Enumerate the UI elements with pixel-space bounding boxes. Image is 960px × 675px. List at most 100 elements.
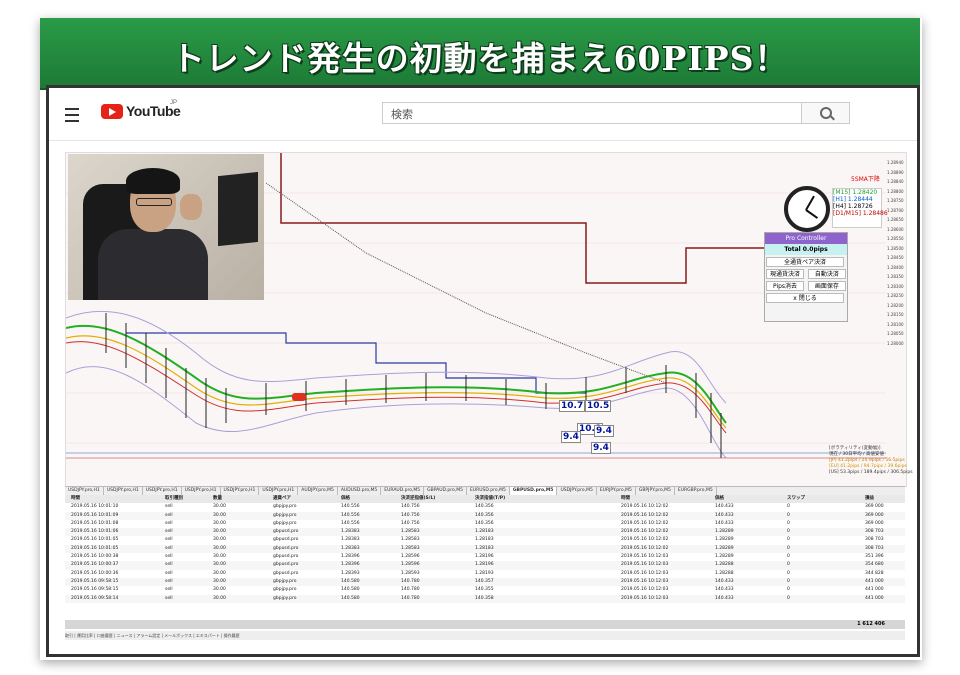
chart-tab[interactable]: USDJPY.pro,H1 (104, 487, 143, 495)
table-row[interactable]: 2019.05.16 09:58:15 sell 30.00 gbpjpy.pro 14… (65, 586, 905, 594)
close-all-button[interactable]: 全通貨ペア決済 (766, 257, 844, 267)
axis-tick: 1.28100 (887, 321, 904, 327)
table-cell: 1.28383 (341, 529, 360, 535)
table-row[interactable]: 2019.05.16 10:00:36 sell 30.00 gbpusd.pro 1.… (65, 570, 905, 578)
pips-label: 10.5 (585, 400, 612, 412)
axis-tick: 1.28300 (887, 283, 904, 289)
axis-tick: 1.28350 (887, 274, 904, 279)
save-screen-button[interactable]: 画面保存 (807, 281, 846, 291)
chart-tab[interactable]: USDJPY.pro,M5 (557, 487, 597, 495)
table-cell: 取引種別 (165, 496, 183, 501)
hamburger-menu-icon[interactable] (65, 108, 79, 122)
table-cell: 時間 (621, 496, 630, 501)
ma-panel-title: 5SMA下降 (851, 176, 880, 183)
table-cell: sell (165, 562, 173, 568)
banner-title: トレンド発生の初動を捕まえ60PIPS！ (171, 39, 789, 78)
table-cell: sell (165, 512, 173, 518)
table-cell: 30.00 (213, 520, 226, 526)
auto-close-button[interactable]: 自動決済 (807, 269, 846, 279)
table-cell: 2019.05.16 10:01:05 (71, 537, 119, 543)
table-row[interactable]: 2019.05.16 10:00:38 sell 30.00 gbpusd.pro 1.… (65, 553, 905, 561)
table-cell: 0 (787, 554, 790, 560)
table-cell: gbpusd.pro (273, 562, 299, 568)
blue-line (126, 332, 586, 394)
table-cell: 1.28396 (341, 562, 360, 568)
ma-row: [D1/M15] 1.28486 (833, 210, 888, 217)
chart-tab[interactable]: GBPUSD.pro,M5 (509, 487, 558, 495)
table-cell: 2019.05.16 10:01:08 (71, 520, 119, 526)
clear-pips-button[interactable]: Pips消去 (766, 281, 804, 291)
table-cell: 308 703 (865, 537, 884, 543)
table-cell: 価格 (715, 496, 724, 501)
table-row[interactable]: 2019.05.16 09:58:15 sell 30.00 gbpjpy.pro 14… (65, 577, 905, 587)
table-cell: 0 (787, 520, 790, 526)
table-cell: 1.28193 (475, 570, 494, 576)
table-cell: 2019.05.16 10:12:02 (621, 504, 669, 510)
table-cell: gbpjpy.pro (273, 512, 297, 518)
chart-tab[interactable]: AUDJPY.pro,M5 (298, 487, 338, 495)
cam-person-body (98, 229, 208, 300)
table-cell: 140.556 (341, 504, 360, 510)
table-cell: 2019.05.16 09:58:15 (71, 578, 119, 584)
table-row[interactable]: 2019.05.16 10:01:06 sell 30.00 gbpusd.pro 1.… (65, 528, 905, 537)
chart-tab[interactable]: USDJPY.pro,H1 (221, 487, 260, 495)
pips-label: 9.4 (594, 425, 614, 437)
table-row[interactable]: 2019.05.16 09:58:14 sell 30.00 gbpjpy.pro 14… (65, 594, 905, 603)
chart-tab[interactable]: AUDUSD.pro,M5 (338, 487, 382, 495)
chart-tab[interactable]: USDJPY.pro,H1 (259, 487, 299, 495)
close-panel-button[interactable]: x 閉じる (766, 293, 844, 303)
search-button[interactable] (802, 102, 850, 124)
table-cell: 0 (787, 595, 790, 601)
search-input[interactable]: 検索 (382, 102, 802, 124)
chart-tab[interactable]: EURGBP.pro,M5 (675, 487, 717, 495)
table-cell: 決済逆指値(S/L) (401, 496, 436, 501)
table-row[interactable]: 2019.05.16 10:01:05 sell 30.00 gbpusd.pro 1.… (65, 536, 905, 544)
chart-tab[interactable]: GBPAUD.pro,M5 (424, 487, 467, 495)
axis-tick: 1.28150 (887, 312, 904, 317)
table-cell: 0 (787, 570, 790, 576)
terminal-tabs[interactable]: 取引 | 運用比率 | 口座履歴 | ニュース | アラーム設定 | メールボッ… (65, 631, 905, 640)
chart-tab[interactable]: USDJPY.pro,H1 (143, 487, 182, 495)
cam-monitor (218, 171, 258, 247)
close-current-button[interactable]: 現通貨決済 (766, 269, 804, 279)
pro-controller-title: Pro Controller (765, 233, 847, 244)
chart-tab[interactable]: USDJPY.pro,H1 (65, 487, 104, 495)
table-cell: 140.356 (475, 504, 494, 510)
youtube-logo-icon[interactable] (101, 104, 123, 119)
table-cell: 140.780 (401, 578, 420, 584)
table-cell: 140.580 (341, 595, 360, 601)
table-row[interactable]: 2019.05.16 10:01:09 sell 30.00 gbpjpy.pro 14… (65, 511, 905, 520)
table-cell: gbpjpy.pro (273, 595, 297, 601)
table-cell: 2019.05.16 10:01:09 (71, 512, 119, 518)
table-row[interactable]: 2019.05.16 10:01:10 sell 30.00 gbpjpy.pro 14… (65, 503, 905, 511)
title-banner: トレンド発生の初動を捕まえ60PIPS！ (40, 18, 920, 90)
table-cell: sell (165, 545, 173, 551)
table-cell: 30.00 (213, 545, 226, 551)
table-row[interactable]: 2019.05.16 10:00:37 sell 30.00 gbpusd.pro 1.… (65, 561, 905, 570)
table-total-row: 1 612 406 (65, 620, 905, 629)
ma-row: [H4] 1.28726 (833, 203, 873, 210)
axis-tick: 1.28800 (887, 188, 904, 194)
table-cell: 2019.05.16 10:00:38 (71, 554, 119, 560)
table-row[interactable]: 2019.05.16 10:01:05 sell 30.00 gbpusd.pro 1.… (65, 544, 905, 554)
table-cell: 1.28183 (475, 537, 494, 543)
table-cell: 0 (787, 512, 790, 518)
table-cell: sell (165, 595, 173, 601)
table-header: 時間 取引種別 数量 通貨ペア 価格 決済逆指値(S/L) 決済指値(T/P) 時間 価格 スワッ… (65, 495, 905, 504)
chart-tab[interactable]: EURUSD.pro,M5 (467, 487, 510, 495)
axis-tick: 1.28500 (887, 245, 904, 251)
table-cell: 140.780 (401, 595, 420, 601)
axis-tick: 1.28200 (887, 302, 904, 308)
table-cell: gbpjpy.pro (273, 520, 297, 526)
cam-person-glasses (136, 198, 172, 206)
chart-tab[interactable]: EURAUD.pro,M5 (381, 487, 425, 495)
cam-person-hand (180, 194, 202, 220)
table-cell: 2019.05.16 10:12:02 (621, 520, 669, 526)
table-cell: 30.00 (213, 529, 226, 535)
chart-tab[interactable]: GBPJPY.pro,M5 (636, 487, 675, 495)
table-cell: 1.28393 (341, 570, 360, 576)
table-cell: 2019.05.16 09:58:15 (71, 587, 119, 593)
chart-tab[interactable]: USDJPY.pro,H1 (182, 487, 221, 495)
chart-tab[interactable]: EURJPY.pro,M5 (597, 487, 636, 495)
table-row[interactable]: 2019.05.16 10:01:08 sell 30.00 gbpjpy.pro 14… (65, 520, 905, 528)
